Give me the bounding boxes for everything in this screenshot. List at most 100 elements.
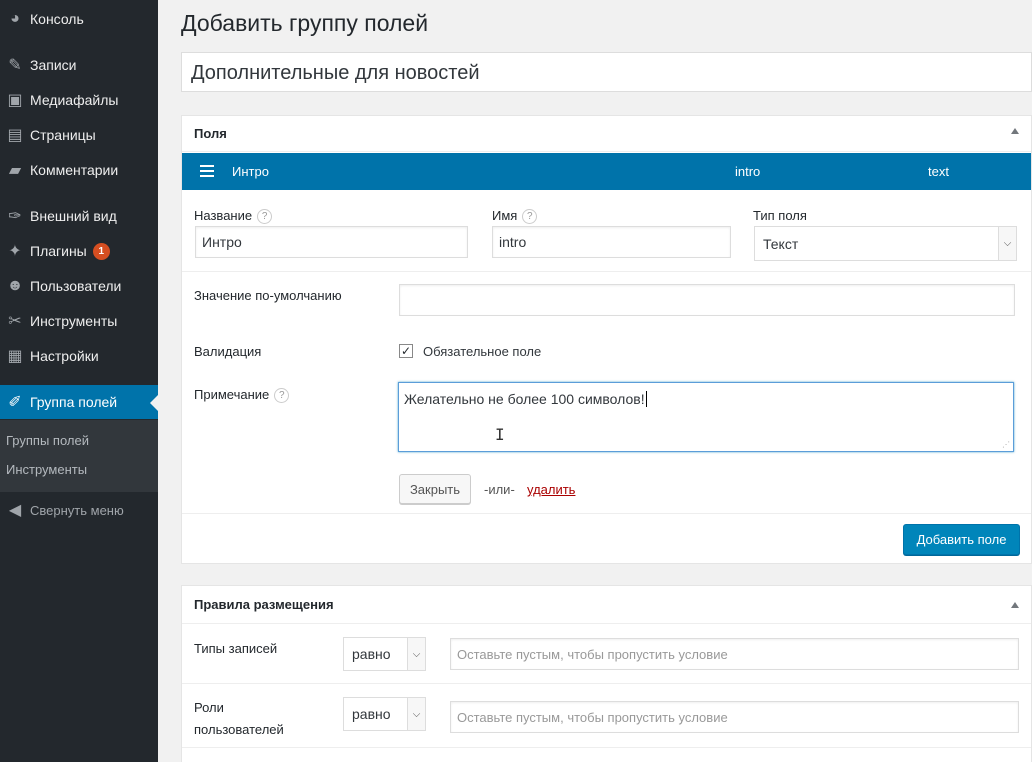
chevron-down-icon: ⌵ [998, 227, 1016, 260]
label-caption-text: Название [194, 208, 253, 223]
carrot-icon: ✐ [8, 394, 22, 411]
field-row-header[interactable]: Интро intro text [182, 153, 1031, 190]
fields-postbox: Поля Интро intro text Название? Интро Им… [181, 115, 1032, 564]
menu-item-appearance[interactable]: ✑ Внешний вид [0, 199, 158, 233]
name-caption-text: Имя [492, 208, 518, 223]
field-type-value: Текст [763, 235, 799, 252]
field-label-input[interactable]: Интро [195, 226, 468, 258]
close-field-button[interactable]: Закрыть [399, 474, 471, 504]
rule-operator-value: равно [352, 706, 391, 722]
or-text: -или- [484, 482, 515, 497]
pin-icon: ✎ [8, 57, 22, 74]
mouse-ibeam-cursor-icon: I [495, 425, 505, 444]
name-caption: Имя? [492, 208, 538, 225]
menu-item-media[interactable]: ▣ Медиафайлы [0, 83, 158, 117]
update-count-badge: 1 [92, 242, 110, 260]
submenu-item-field-groups[interactable]: Группы полей [6, 433, 89, 448]
note-caption: Примечание? [194, 387, 290, 404]
submenu: Группы полей Инструменты [0, 420, 158, 492]
note-textarea[interactable]: Желательно не более 100 символов! ⋰ [398, 382, 1014, 452]
chevron-down-icon: ⌵ [407, 698, 425, 730]
location-rules-header[interactable]: Правила размещения [182, 586, 1031, 624]
validation-caption: Валидация [194, 344, 262, 359]
menu-item-posts[interactable]: ✎ Записи [0, 48, 158, 82]
menu-item-label: Страницы [30, 127, 96, 143]
brush-icon: ✑ [8, 208, 22, 225]
menu-item-label: Инструменты [30, 313, 118, 329]
plugin-icon: ✦ [8, 243, 22, 260]
rule-label-post-types: Типы записей [194, 641, 278, 656]
menu-item-label: Плагины [30, 243, 87, 259]
menu-item-users[interactable]: ☻ Пользователи [0, 269, 158, 303]
menu-item-label: Консоль [30, 11, 84, 27]
divider [182, 513, 1031, 514]
media-icon: ▣ [7, 92, 23, 109]
help-icon[interactable]: ? [274, 388, 290, 404]
field-row-type: text [928, 164, 949, 179]
menu-item-tools[interactable]: ✂ Инструменты [0, 304, 158, 338]
menu-item-field-groups[interactable]: ✐ Группа полей [0, 385, 158, 419]
menu-item-label: Группа полей [30, 394, 118, 410]
location-rules-postbox: Правила размещения Типы записей равно ⌵ … [181, 585, 1032, 762]
menu-item-label: Пользователи [30, 278, 122, 294]
note-caption-text: Примечание [194, 387, 270, 402]
pages-icon: ▤ [7, 127, 23, 144]
fields-heading: Поля [194, 126, 227, 141]
label-caption: Название? [194, 208, 273, 225]
menu-item-dashboard[interactable]: ◕ Консоль [0, 2, 158, 36]
menu-item-label: Записи [30, 57, 77, 73]
menu-item-label: Комментарии [30, 162, 119, 178]
collapse-toggle-icon[interactable] [1011, 128, 1019, 134]
menu-item-settings[interactable]: ▦ Настройки [0, 339, 158, 373]
dashboard-icon: ◕ [10, 10, 20, 27]
wrench-icon: ✂ [8, 313, 22, 330]
page-title: Добавить группу полей [181, 10, 429, 36]
rule-label-user-roles-line2: пользователей [194, 722, 284, 737]
field-row-label: Интро [232, 164, 269, 179]
field-name-input[interactable]: intro [492, 226, 731, 258]
rule-value-input[interactable]: Оставьте пустым, чтобы пропустить услови… [450, 701, 1019, 733]
rule-operator-select[interactable]: равно ⌵ [343, 697, 426, 731]
submenu-item-tools[interactable]: Инструменты [6, 462, 87, 477]
delete-field-link[interactable]: удалить [527, 482, 575, 497]
comment-icon: ▰ [8, 162, 22, 179]
collapse-menu-button[interactable]: ◀ Свернуть меню [0, 493, 158, 527]
default-value-caption: Значение по-умолчанию [194, 288, 342, 303]
menu-item-comments[interactable]: ▰ Комментарии [0, 153, 158, 187]
default-value-input[interactable] [399, 284, 1015, 316]
rule-value-placeholder: Оставьте пустым, чтобы пропустить услови… [457, 646, 728, 662]
menu-item-label: Медиафайлы [30, 92, 119, 108]
location-rules-heading: Правила размещения [194, 597, 334, 612]
help-icon[interactable]: ? [257, 209, 273, 225]
field-type-select[interactable]: Текст ⌵ [754, 226, 1017, 261]
users-icon: ☻ [6, 277, 24, 294]
collapse-menu-label: Свернуть меню [30, 502, 124, 518]
rule-operator-select[interactable]: равно ⌵ [343, 637, 426, 671]
menu-item-label: Настройки [30, 348, 99, 364]
note-text: Желательно не более 100 символов! [404, 391, 645, 407]
chevron-down-icon: ⌵ [407, 638, 425, 670]
menu-item-plugins[interactable]: ✦ Плагины 1 [0, 234, 158, 268]
drag-handle-icon[interactable] [200, 165, 214, 180]
fields-postbox-header[interactable]: Поля [182, 116, 1031, 152]
type-caption: Тип поля [753, 208, 807, 223]
divider [182, 747, 1031, 748]
required-checkbox[interactable]: ✓ [399, 344, 413, 358]
menu-item-pages[interactable]: ▤ Страницы [0, 118, 158, 152]
divider [182, 683, 1031, 684]
add-field-button[interactable]: Добавить поле [903, 524, 1020, 555]
rule-operator-value: равно [352, 646, 391, 662]
settings-icon: ▦ [7, 348, 23, 365]
text-caret [645, 391, 647, 407]
group-title-input[interactable]: Дополнительные для новостей [181, 52, 1032, 92]
collapse-arrow-icon: ◀ [8, 502, 22, 519]
required-label: Обязательное поле [423, 344, 542, 359]
help-icon[interactable]: ? [522, 209, 538, 225]
divider [182, 271, 1031, 272]
resize-grip-icon[interactable]: ⋰ [1002, 440, 1010, 449]
collapse-toggle-icon[interactable] [1011, 602, 1019, 608]
menu-item-label: Внешний вид [30, 208, 117, 224]
field-row-name: intro [735, 164, 761, 179]
rule-value-input[interactable]: Оставьте пустым, чтобы пропустить услови… [450, 638, 1019, 670]
main-content: Добавить группу полей Дополнительные для… [158, 0, 1032, 762]
